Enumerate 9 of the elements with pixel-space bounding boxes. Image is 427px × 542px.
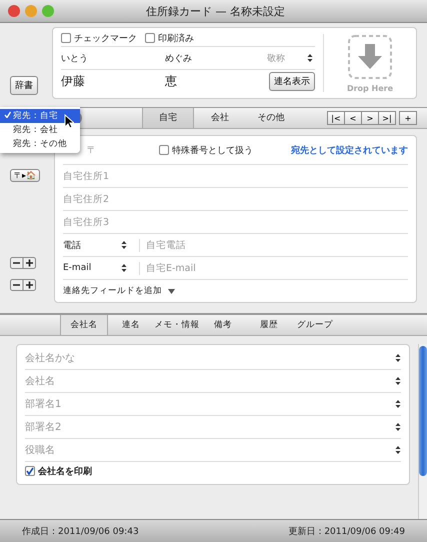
checkbox-label: チェックマーク [74, 32, 137, 44]
recipient-note: 宛先として設定されています [291, 144, 408, 156]
drop-label: Drop Here [346, 84, 394, 92]
window-title: 住所録カード — 名称未設定 [146, 4, 286, 18]
checkbox-label: 印刷済み [158, 32, 194, 44]
updated-date: 更新日：2011/09/06 09:49 [288, 526, 405, 538]
created-date: 作成日：2011/09/06 09:43 [22, 526, 139, 538]
checkbox-label: 会社名を印刷 [38, 465, 92, 478]
checkbox-label: 特殊番号として扱う [172, 144, 253, 156]
